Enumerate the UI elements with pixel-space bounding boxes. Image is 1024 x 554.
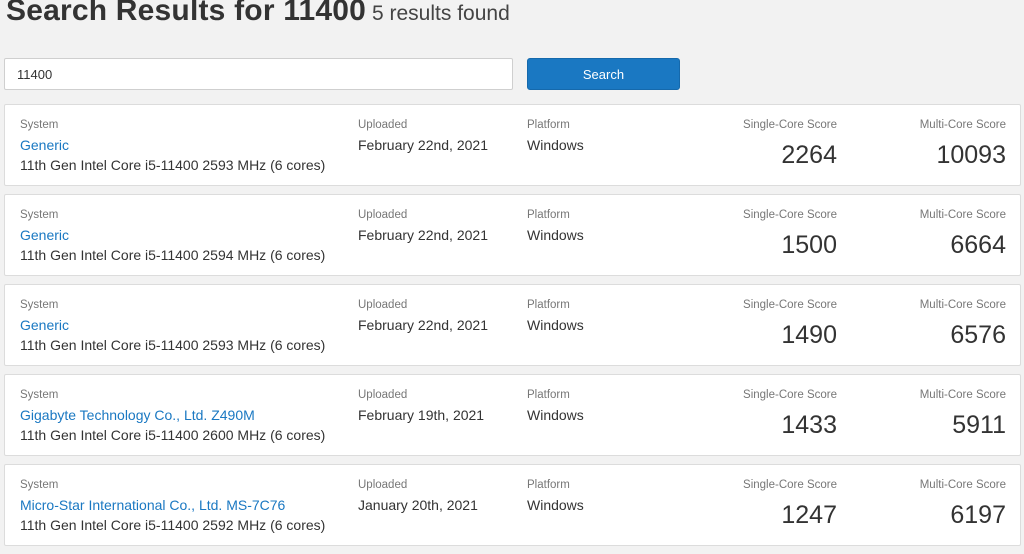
result-row: System Micro-Star International Co., Ltd… [4, 464, 1021, 546]
single-core-score: 1490 [781, 321, 837, 349]
multi-core-score: 6664 [950, 231, 1006, 259]
system-link[interactable]: Gigabyte Technology Co., Ltd. Z490M [20, 407, 255, 423]
multi-core-label: Multi-Core Score [919, 119, 1006, 131]
platform-value: Windows [527, 497, 584, 513]
system-link[interactable]: Generic [20, 227, 69, 243]
single-core-label: Single-Core Score [743, 299, 837, 311]
uploaded-label: Uploaded [358, 299, 408, 311]
result-row: System Generic 11th Gen Intel Core i5-11… [4, 104, 1021, 186]
uploaded-label: Uploaded [358, 209, 408, 221]
single-core-score: 1500 [781, 231, 837, 259]
system-link[interactable]: Generic [20, 317, 69, 333]
system-link[interactable]: Generic [20, 137, 69, 153]
system-label: System [20, 299, 59, 311]
single-core-label: Single-Core Score [743, 479, 837, 491]
cpu-description: 11th Gen Intel Core i5-11400 2592 MHz (6… [20, 517, 326, 533]
system-label: System [20, 479, 59, 491]
single-core-score: 1433 [781, 411, 837, 439]
platform-value: Windows [527, 317, 584, 333]
results-count: 5 results found [372, 2, 510, 25]
multi-core-score: 10093 [936, 141, 1006, 169]
uploaded-date: February 19th, 2021 [358, 407, 485, 423]
single-core-label: Single-Core Score [743, 119, 837, 131]
system-link[interactable]: Micro-Star International Co., Ltd. MS-7C… [20, 497, 285, 513]
page-title: Search Results for 11400 [6, 0, 366, 27]
result-row: System Generic 11th Gen Intel Core i5-11… [4, 194, 1021, 276]
single-core-score: 1247 [781, 501, 837, 529]
multi-core-label: Multi-Core Score [919, 389, 1006, 401]
system-label: System [20, 389, 59, 401]
platform-value: Windows [527, 227, 584, 243]
system-label: System [20, 119, 59, 131]
platform-label: Platform [527, 389, 570, 401]
platform-label: Platform [527, 479, 570, 491]
search-button[interactable]: Search [527, 58, 680, 90]
result-row: System Gigabyte Technology Co., Ltd. Z49… [4, 374, 1021, 456]
uploaded-date: February 22nd, 2021 [358, 227, 488, 243]
platform-label: Platform [527, 209, 570, 221]
platform-label: Platform [527, 299, 570, 311]
single-core-score: 2264 [781, 141, 837, 169]
multi-core-label: Multi-Core Score [919, 479, 1006, 491]
uploaded-date: February 22nd, 2021 [358, 317, 488, 333]
uploaded-date: January 20th, 2021 [358, 497, 478, 513]
cpu-description: 11th Gen Intel Core i5-11400 2593 MHz (6… [20, 157, 326, 173]
uploaded-label: Uploaded [358, 119, 408, 131]
search-input[interactable] [4, 58, 513, 90]
multi-core-label: Multi-Core Score [919, 209, 1006, 221]
results-list: System Generic 11th Gen Intel Core i5-11… [4, 104, 1021, 554]
system-label: System [20, 209, 59, 221]
single-core-label: Single-Core Score [743, 389, 837, 401]
multi-core-score: 6197 [950, 501, 1006, 529]
platform-value: Windows [527, 137, 584, 153]
cpu-description: 11th Gen Intel Core i5-11400 2593 MHz (6… [20, 337, 326, 353]
page-header: Search Results for 11400 5 results found [6, 0, 510, 28]
uploaded-label: Uploaded [358, 479, 408, 491]
multi-core-label: Multi-Core Score [919, 299, 1006, 311]
multi-core-score: 6576 [950, 321, 1006, 349]
cpu-description: 11th Gen Intel Core i5-11400 2600 MHz (6… [20, 427, 326, 443]
result-row: System Generic 11th Gen Intel Core i5-11… [4, 284, 1021, 366]
single-core-label: Single-Core Score [743, 209, 837, 221]
multi-core-score: 5911 [952, 411, 1006, 439]
platform-label: Platform [527, 119, 570, 131]
uploaded-date: February 22nd, 2021 [358, 137, 488, 153]
platform-value: Windows [527, 407, 584, 423]
cpu-description: 11th Gen Intel Core i5-11400 2594 MHz (6… [20, 247, 326, 263]
uploaded-label: Uploaded [358, 389, 408, 401]
